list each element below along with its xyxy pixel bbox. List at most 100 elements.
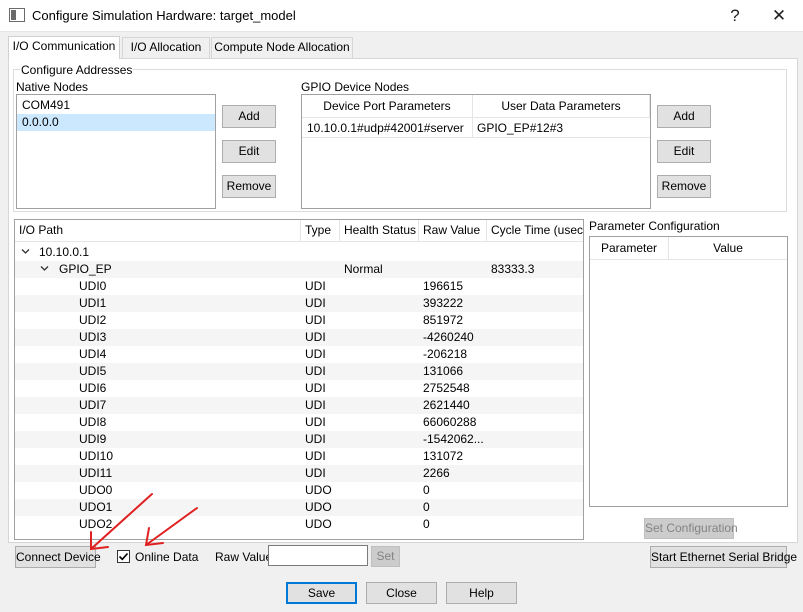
col-io-path[interactable]: I/O Path — [15, 220, 301, 242]
native-edit-button[interactable]: Edit — [222, 140, 276, 163]
tree-channel-path: UDI1 — [79, 296, 107, 310]
tree-channel-type: UDI — [305, 415, 326, 429]
tree-channel-path: UDI9 — [79, 432, 107, 446]
tree-channel-path: UDI10 — [79, 449, 114, 463]
tree-channel-raw-value: 0 — [423, 500, 430, 514]
tree-device-health: Normal — [344, 262, 383, 276]
param-col-parameter[interactable]: Parameter — [590, 237, 669, 260]
configure-addresses-title: Configure Addresses — [20, 63, 134, 77]
tree-channel-raw-value: -4260240 — [423, 330, 474, 344]
table-row[interactable]: UDI2 UDI 851972 — [15, 312, 583, 329]
set-configuration-button[interactable]: Set Configuration — [644, 518, 738, 539]
table-row[interactable]: UDI9 UDI -1542062... — [15, 431, 583, 448]
tab-compute-node-allocation[interactable]: Compute Node Allocation — [211, 37, 353, 58]
tree-channel-type: UDI — [305, 347, 326, 361]
tree-channel-raw-value: 66060288 — [423, 415, 477, 429]
tree-device-path: GPIO_EP — [59, 262, 112, 276]
tree-channel-type: UDO — [305, 517, 332, 531]
table-row[interactable]: UDI0 UDI 196615 — [15, 278, 583, 295]
native-node-item[interactable]: COM491 — [17, 97, 215, 114]
set-raw-value-button[interactable]: Set — [371, 546, 400, 567]
start-ethernet-serial-bridge-button[interactable]: Start Ethernet Serial Bridge — [650, 546, 797, 568]
table-row[interactable]: UDI6 UDI 2752548 — [15, 380, 583, 397]
tree-channel-path: UDI3 — [79, 330, 107, 344]
gpio-edit-button[interactable]: Edit — [657, 140, 711, 163]
help-icon[interactable]: ? — [712, 0, 758, 32]
tree-root-path: 10.10.0.1 — [39, 245, 90, 259]
tree-channel-type: UDO — [305, 483, 332, 497]
io-tree-header: I/O Path Type Health Status Raw Value Cy… — [15, 220, 583, 242]
gpio-col-device-port[interactable]: Device Port Parameters — [302, 95, 473, 118]
col-raw-value[interactable]: Raw Value — [419, 220, 487, 242]
tree-channel-raw-value: 851972 — [423, 313, 464, 327]
col-cycle-time[interactable]: Cycle Time (usec — [487, 220, 583, 242]
tree-channel-raw-value: 196615 — [423, 279, 464, 293]
online-data-label: Online Data — [135, 550, 199, 564]
tree-channel-path: UDI7 — [79, 398, 107, 412]
col-type[interactable]: Type — [301, 220, 340, 242]
table-row[interactable]: UDO2 UDO 0 — [15, 516, 583, 533]
native-node-item-selected[interactable]: 0.0.0.0 — [17, 114, 215, 131]
native-nodes-label: Native Nodes — [16, 80, 89, 94]
table-row[interactable]: UDI10 UDI 131072 — [15, 448, 583, 465]
parameter-configuration-label: Parameter Configuration — [589, 219, 720, 233]
native-add-button[interactable]: Add — [222, 105, 276, 128]
gpio-remove-button[interactable]: Remove — [657, 175, 711, 198]
gpio-cell-device-port[interactable]: 10.10.0.1#udp#42001#server — [307, 120, 471, 137]
help-button[interactable]: Help — [446, 582, 517, 604]
tree-channel-path: UDI0 — [79, 279, 107, 293]
chevron-down-icon[interactable] — [40, 264, 49, 273]
table-row[interactable]: UDI4 UDI -206218 — [15, 346, 583, 363]
tab-io-communication[interactable]: I/O Communication — [8, 36, 120, 59]
gpio-col-user-data[interactable]: User Data Parameters — [473, 95, 650, 118]
tree-channel-type: UDI — [305, 466, 326, 480]
table-row[interactable]: UDI1 UDI 393222 — [15, 295, 583, 312]
gpio-cell-divider — [472, 118, 473, 137]
table-row[interactable]: UDI5 UDI 131066 — [15, 363, 583, 380]
save-button[interactable]: Save — [286, 582, 357, 604]
close-button[interactable]: Close — [366, 582, 437, 604]
tree-channel-raw-value: -206218 — [423, 347, 468, 361]
native-remove-button[interactable]: Remove — [222, 175, 276, 198]
col-health-status[interactable]: Health Status — [340, 220, 419, 242]
tree-channel-type: UDI — [305, 313, 326, 327]
tree-channel-type: UDI — [305, 449, 326, 463]
table-row[interactable]: UDI3 UDI -4260240 — [15, 329, 583, 346]
param-col-value[interactable]: Value — [669, 237, 787, 260]
raw-value-input[interactable] — [268, 545, 368, 566]
parameter-configuration-table[interactable]: Parameter Value — [589, 236, 788, 507]
gpio-row-divider — [302, 137, 650, 138]
tab-io-allocation[interactable]: I/O Allocation — [122, 37, 210, 58]
tree-channel-raw-value: 2266 — [423, 466, 450, 480]
close-icon[interactable]: ✕ — [756, 0, 802, 32]
table-row[interactable]: UDI11 UDI 2266 — [15, 465, 583, 482]
gpio-device-nodes-table[interactable]: Device Port Parameters User Data Paramet… — [301, 94, 651, 209]
tree-channel-path: UDO0 — [79, 483, 113, 497]
tree-channel-type: UDI — [305, 398, 326, 412]
connect-device-button[interactable]: Connect Device — [15, 546, 101, 568]
tree-row-root[interactable]: 10.10.0.1 — [15, 244, 583, 261]
online-data-checkbox[interactable] — [117, 550, 130, 563]
tree-channel-raw-value: 0 — [423, 517, 430, 531]
chevron-down-icon[interactable] — [21, 247, 30, 256]
table-row[interactable]: UDI7 UDI 2621440 — [15, 397, 583, 414]
io-tree-table[interactable]: I/O Path Type Health Status Raw Value Cy… — [14, 219, 584, 540]
gpio-device-nodes-label: GPIO Device Nodes — [301, 80, 410, 94]
window-title: Configure Simulation Hardware: target_mo… — [32, 8, 296, 23]
native-nodes-list[interactable]: COM491 0.0.0.0 — [16, 94, 216, 209]
tree-channel-type: UDO — [305, 500, 332, 514]
tree-channel-path: UDI2 — [79, 313, 107, 327]
table-row[interactable]: UDO1 UDO 0 — [15, 499, 583, 516]
tree-channel-path: UDI8 — [79, 415, 107, 429]
table-row[interactable]: UDO0 UDO 0 — [15, 482, 583, 499]
tree-channel-raw-value: -1542062... — [423, 432, 484, 446]
table-row[interactable]: UDI8 UDI 66060288 — [15, 414, 583, 431]
tree-channel-path: UDO1 — [79, 500, 113, 514]
gpio-add-button[interactable]: Add — [657, 105, 711, 128]
tree-channel-path: UDO2 — [79, 517, 113, 531]
tree-channel-raw-value: 0 — [423, 483, 430, 497]
gpio-cell-user-data[interactable]: GPIO_EP#12#3 — [477, 120, 647, 137]
tree-channel-type: UDI — [305, 432, 326, 446]
tree-channel-type: UDI — [305, 279, 326, 293]
tree-row-device[interactable]: GPIO_EP Normal 83333.3 — [15, 261, 583, 278]
